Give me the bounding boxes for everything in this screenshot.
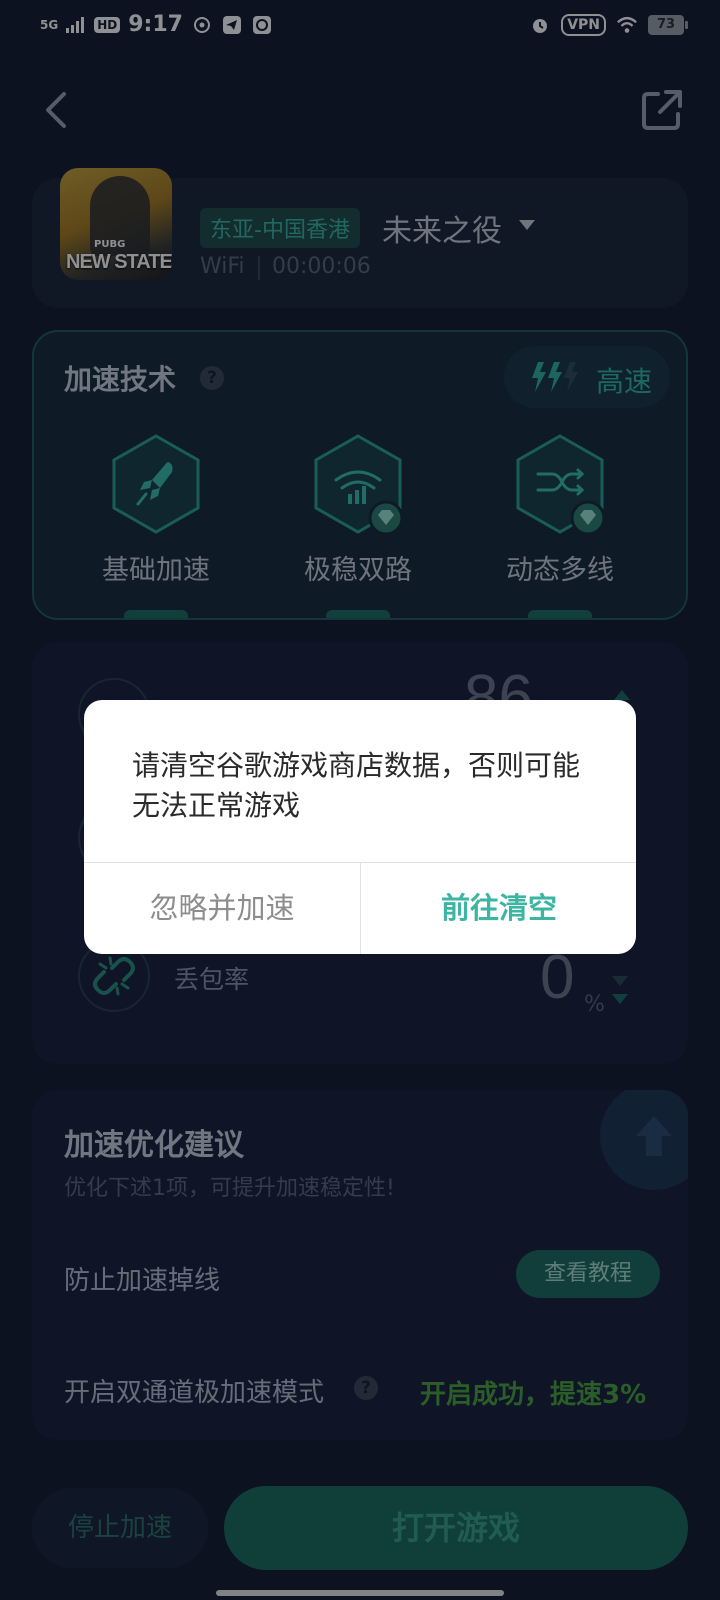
- go-clear-button[interactable]: 前往清空: [361, 862, 636, 954]
- clear-data-dialog: 请清空谷歌游戏商店数据，否则可能无法正常游戏 忽略并加速 前往清空: [84, 700, 636, 954]
- dialog-message: 请清空谷歌游戏商店数据，否则可能无法正常游戏: [132, 749, 581, 822]
- ignore-and-accelerate-button[interactable]: 忽略并加速: [84, 862, 360, 954]
